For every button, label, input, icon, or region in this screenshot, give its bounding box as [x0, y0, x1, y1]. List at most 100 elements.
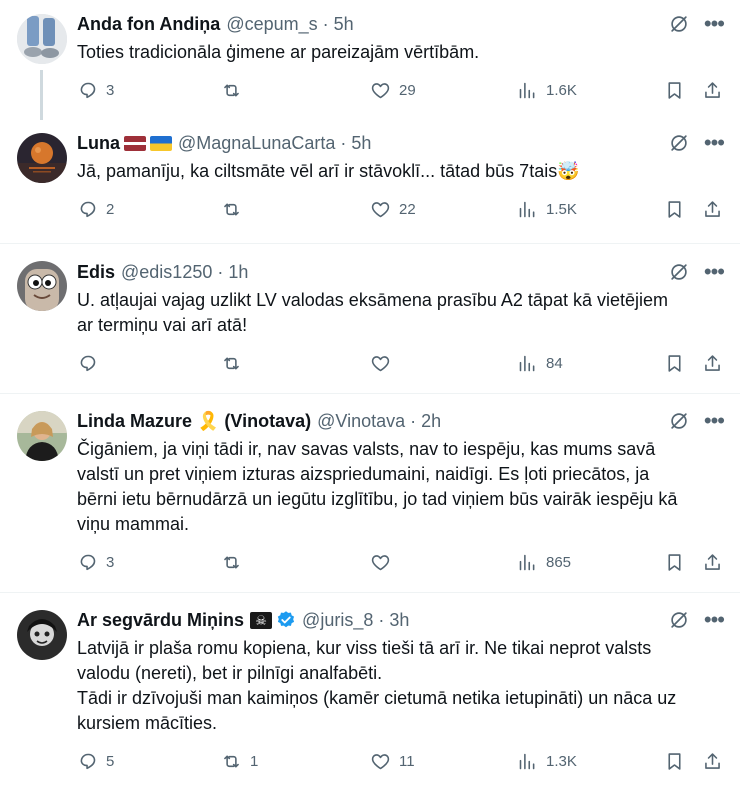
reply-icon	[77, 199, 98, 220]
share-button[interactable]	[702, 194, 723, 224]
views-icon	[517, 751, 538, 772]
views-count: 1.6K	[546, 81, 577, 99]
grok-icon[interactable]	[668, 13, 690, 35]
share-button[interactable]	[702, 348, 723, 378]
reply-button[interactable]	[77, 348, 106, 378]
reply-count: 2	[106, 200, 115, 218]
bookmark-button[interactable]	[664, 75, 685, 105]
timestamp[interactable]: 2h	[421, 411, 441, 432]
tweet-header: Luna @MagnaLunaCarta · 5h •••	[77, 132, 725, 154]
share-button[interactable]	[702, 547, 723, 577]
bookmark-button[interactable]	[664, 746, 685, 776]
repost-icon	[221, 353, 242, 374]
more-icon[interactable]: •••	[704, 13, 725, 35]
views-icon	[517, 552, 538, 573]
author-handle[interactable]: @juris_8	[302, 610, 373, 631]
views-button[interactable]: 1.5K	[517, 194, 577, 224]
tweet-text: Čigāniem, ja viņi tādi ir, nav savas val…	[77, 437, 724, 537]
tweet-text-line: Tādi ir dzīvojuši man kaimiņos (kamēr ci…	[77, 688, 677, 708]
grok-icon[interactable]	[668, 261, 690, 283]
reply-button[interactable]: 2	[77, 194, 114, 224]
author-handle[interactable]: @cepum_s	[226, 14, 317, 35]
tweet-text: Jā, pamanīju, ka ciltsmāte vēl arī ir st…	[77, 159, 724, 184]
tweet[interactable]: Anda fon Andiņa @cepum_s · 5h ••• Toties…	[0, 0, 740, 120]
header-icons: •••	[668, 13, 725, 35]
reply-icon	[77, 552, 98, 573]
tweet-text-line: viņu mammai.	[77, 514, 190, 534]
repost-icon	[221, 80, 242, 101]
grok-icon[interactable]	[668, 609, 690, 631]
bookmark-button[interactable]	[664, 194, 685, 224]
grok-icon[interactable]	[668, 410, 690, 432]
like-button[interactable]: 29	[370, 75, 416, 105]
share-icon	[702, 353, 723, 374]
views-button[interactable]: 84	[517, 348, 563, 378]
author-handle[interactable]: @MagnaLunaCarta	[178, 133, 335, 154]
author-name[interactable]: Anda fon Andiņa	[77, 14, 220, 35]
more-icon[interactable]: •••	[704, 261, 725, 283]
tweet-text-line: valstī un pret viņiem izturas aizspriedu…	[77, 464, 650, 484]
share-icon	[702, 552, 723, 573]
author-name[interactable]: Ar segvārdu Miņins	[77, 610, 244, 631]
avatar[interactable]	[17, 261, 67, 311]
heart-icon	[370, 552, 391, 573]
more-icon[interactable]: •••	[704, 132, 725, 154]
bookmark-button[interactable]	[664, 547, 685, 577]
repost-button[interactable]: 1	[221, 746, 258, 776]
header-icons: •••	[668, 261, 725, 283]
tweet-text-line: Jā, pamanīju, ka ciltsmāte vēl arī ir st…	[77, 161, 580, 181]
repost-button[interactable]	[221, 348, 250, 378]
reply-button[interactable]: 3	[77, 547, 114, 577]
tweet-header: Edis @edis1250 · 1h •••	[77, 261, 725, 283]
timestamp[interactable]: 5h	[334, 14, 354, 35]
views-button[interactable]: 865	[517, 547, 571, 577]
header-icons: •••	[668, 609, 725, 631]
avatar[interactable]	[17, 133, 67, 183]
timestamp[interactable]: 3h	[389, 610, 409, 631]
reply-button[interactable]: 5	[77, 746, 114, 776]
author-handle[interactable]: @edis1250	[121, 262, 212, 283]
avatar[interactable]	[17, 411, 67, 461]
views-button[interactable]: 1.3K	[517, 746, 577, 776]
repost-button[interactable]	[221, 547, 250, 577]
views-icon	[517, 80, 538, 101]
share-button[interactable]	[702, 746, 723, 776]
tweet[interactable]: Ar segvārdu Miņins ☠ @juris_8 · 3h ••• L…	[0, 593, 740, 789]
views-icon	[517, 199, 538, 220]
avatar[interactable]	[17, 14, 67, 64]
timestamp[interactable]: 5h	[351, 133, 371, 154]
grok-icon[interactable]	[668, 132, 690, 154]
tweet-text-line: Toties tradicionāla ģimene ar pareizajām…	[77, 42, 480, 62]
bookmark-button[interactable]	[664, 348, 685, 378]
heart-icon	[370, 353, 391, 374]
like-button[interactable]	[370, 348, 399, 378]
author-name[interactable]: Linda Mazure 🎗️ (Vinotava)	[77, 411, 311, 432]
skull-crossbones-icon: ☠	[250, 611, 273, 629]
repost-button[interactable]	[221, 194, 250, 224]
more-icon[interactable]: •••	[704, 410, 725, 432]
repost-icon	[221, 552, 242, 573]
repost-button[interactable]	[221, 75, 250, 105]
repost-count: 1	[250, 752, 259, 770]
reply-button[interactable]: 3	[77, 75, 114, 105]
verified-icon[interactable]	[276, 610, 296, 630]
more-icon[interactable]: •••	[704, 609, 725, 631]
share-button[interactable]	[702, 75, 723, 105]
views-button[interactable]: 1.6K	[517, 75, 577, 105]
tweet[interactable]: Linda Mazure 🎗️ (Vinotava) @Vinotava · 2…	[0, 394, 740, 593]
heart-icon	[370, 199, 391, 220]
timestamp[interactable]: 1h	[228, 262, 248, 283]
author-handle[interactable]: @Vinotava	[317, 411, 405, 432]
author-name[interactable]: Edis	[77, 262, 115, 283]
like-button[interactable]: 11	[370, 746, 415, 776]
like-button[interactable]	[370, 547, 399, 577]
views-count: 865	[546, 553, 572, 571]
like-button[interactable]: 22	[370, 194, 416, 224]
avatar[interactable]	[17, 610, 67, 660]
tweet[interactable]: Luna @MagnaLunaCarta · 5h ••• Jā, pamanī…	[0, 116, 740, 244]
tweet-header: Ar segvārdu Miņins ☠ @juris_8 · 3h •••	[77, 609, 725, 631]
author-name[interactable]: Luna	[77, 133, 120, 154]
tweet-text-line: valodu (nereti), bet ir pilnīgi analfabē…	[77, 663, 383, 683]
tweet[interactable]: Edis @edis1250 · 1h ••• U. atļaujai vaja…	[0, 244, 740, 394]
tweet-text-line: ar termiņu vai arī atā!	[77, 315, 248, 335]
